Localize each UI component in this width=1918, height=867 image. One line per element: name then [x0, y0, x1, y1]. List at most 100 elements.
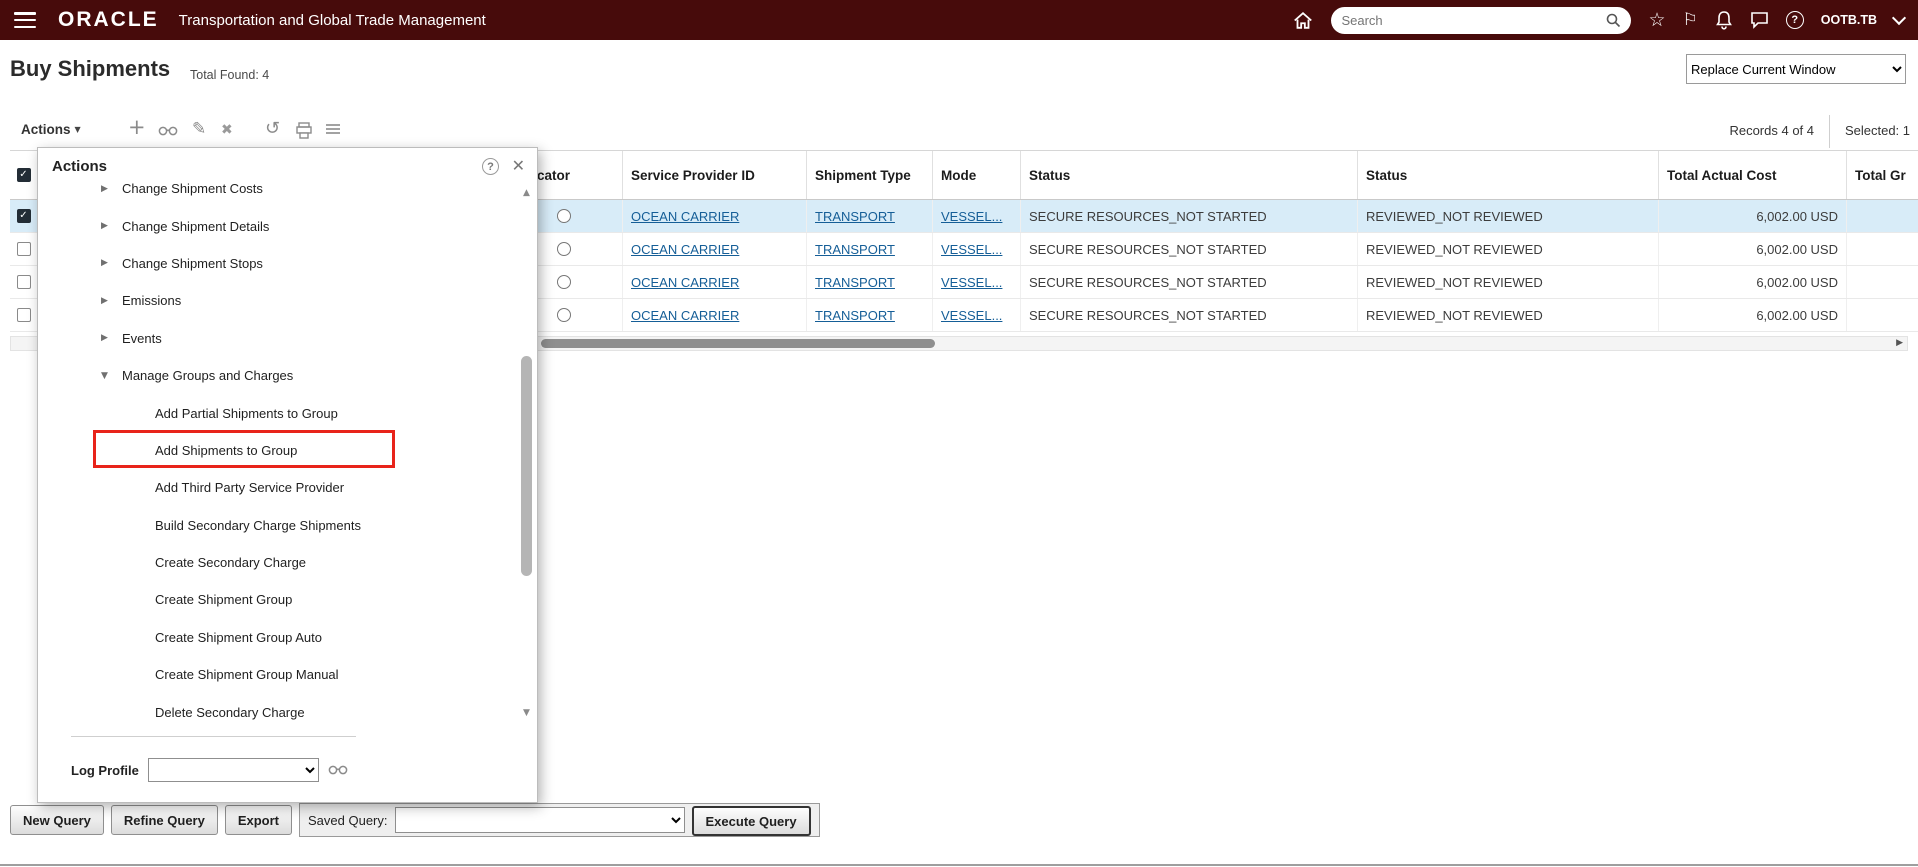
tree-item-emissions[interactable]: ▶ Emissions: [38, 282, 521, 319]
tree-item-add-partial-shipments-to-group[interactable]: Add Partial Shipments to Group: [38, 394, 521, 431]
scroll-right-icon[interactable]: ▶: [1896, 338, 1903, 348]
row-checkbox[interactable]: [10, 233, 38, 265]
new-query-button[interactable]: New Query: [10, 805, 104, 835]
check-icon: ✓: [19, 210, 28, 221]
actions-dialog: Actions ? ✕ ▶ Change Shipment Costs ▶ Ch…: [37, 147, 538, 803]
status-cell: SECURE RESOURCES_NOT STARTED: [1021, 233, 1358, 265]
search-icon[interactable]: [1605, 12, 1621, 28]
expand-arrow-icon[interactable]: ▶: [101, 296, 115, 306]
shipment-type-link[interactable]: TRANSPORT: [815, 308, 895, 323]
shipment-type-link[interactable]: TRANSPORT: [815, 275, 895, 290]
shipment-type-link[interactable]: TRANSPORT: [815, 242, 895, 257]
view-glasses-icon[interactable]: [158, 124, 178, 142]
tree-item-change-shipment-stops[interactable]: ▶ Change Shipment Stops: [38, 245, 521, 282]
scroll-up-icon[interactable]: ▲: [520, 188, 533, 198]
tree-item-add-third-party-service-provider[interactable]: Add Third Party Service Provider: [38, 469, 521, 506]
col-header-status2[interactable]: Status: [1358, 151, 1659, 199]
global-search[interactable]: [1331, 6, 1632, 34]
row-checkbox[interactable]: [10, 299, 38, 331]
page-header: Buy Shipments Total Found: 4 Replace Cur…: [0, 40, 1918, 113]
log-profile-select[interactable]: [147, 758, 319, 782]
service-provider-link[interactable]: OCEAN CARRIER: [631, 275, 739, 290]
refine-query-button[interactable]: Refine Query: [110, 805, 218, 835]
col-header-service-provider-id[interactable]: Service Provider ID: [623, 151, 807, 199]
service-provider-link[interactable]: OCEAN CARRIER: [631, 209, 739, 224]
home-icon[interactable]: [1292, 10, 1314, 31]
caret-down-icon: ▼: [74, 125, 81, 134]
tree-item-manage-groups-and-charges[interactable]: ▼ Manage Groups and Charges: [38, 357, 521, 394]
scroll-down-icon[interactable]: ▼: [520, 708, 533, 718]
row-checkbox[interactable]: [10, 266, 38, 298]
tree-item-add-shipments-to-group[interactable]: Add Shipments to Group: [38, 432, 521, 469]
help-icon[interactable]: ?: [1785, 11, 1804, 29]
total-actual-cost-cell: 6,002.00 USD: [1659, 299, 1847, 331]
saved-query-select[interactable]: [394, 807, 685, 833]
search-input[interactable]: [1341, 12, 1606, 28]
chevron-down-icon[interactable]: [1891, 10, 1907, 25]
tree-item-change-shipment-costs[interactable]: ▶ Change Shipment Costs: [38, 170, 521, 207]
expand-arrow-icon[interactable]: ▶: [101, 221, 115, 231]
undo-icon[interactable]: ↺: [265, 118, 280, 139]
tree-item-events[interactable]: ▶ Events: [38, 320, 521, 357]
tree-item-create-shipment-group-auto[interactable]: Create Shipment Group Auto: [38, 619, 521, 656]
delete-x-icon[interactable]: ✖: [221, 122, 233, 138]
collapse-arrow-icon[interactable]: ▼: [101, 371, 115, 381]
actions-tree: ▶ Change Shipment Costs ▶ Change Shipmen…: [38, 170, 521, 736]
messages-chat-icon[interactable]: [1750, 11, 1769, 29]
menu-icon[interactable]: [14, 12, 36, 28]
scrollbar-thumb[interactable]: [521, 356, 532, 576]
tree-item-delete-secondary-charge[interactable]: Delete Secondary Charge: [38, 693, 521, 730]
total-actual-cost-cell: 6,002.00 USD: [1659, 266, 1847, 298]
bottom-divider: [0, 864, 1918, 866]
oracle-logo: ORACLE: [58, 8, 159, 31]
mode-link[interactable]: VESSEL...: [941, 275, 1002, 290]
tree-item-change-shipment-details[interactable]: ▶ Change Shipment Details: [38, 207, 521, 244]
tree-item-create-shipment-group-manual[interactable]: Create Shipment Group Manual: [38, 656, 521, 693]
add-icon[interactable]: +: [128, 115, 146, 139]
actions-menu-button[interactable]: Actions ▼: [21, 122, 81, 137]
print-icon[interactable]: [295, 122, 313, 144]
window-target-select[interactable]: Replace Current Window: [1686, 54, 1906, 84]
toolbar-divider: [1829, 115, 1830, 148]
flag-icon[interactable]: ⚐: [1683, 11, 1698, 29]
notifications-bell-icon[interactable]: [1715, 10, 1733, 30]
mode-link[interactable]: VESSEL...: [941, 209, 1002, 224]
service-provider-link[interactable]: OCEAN CARRIER: [631, 308, 739, 323]
tree-item-create-secondary-charge[interactable]: Create Secondary Charge: [38, 544, 521, 581]
mode-link[interactable]: VESSEL...: [941, 308, 1002, 323]
status-cell: SECURE RESOURCES_NOT STARTED: [1021, 266, 1358, 298]
app-title: Transportation and Global Trade Manageme…: [178, 11, 486, 29]
expand-arrow-icon[interactable]: ▶: [101, 184, 115, 194]
execute-query-button[interactable]: Execute Query: [691, 806, 811, 836]
log-profile-label: Log Profile: [71, 762, 139, 778]
status2-cell: REVIEWED_NOT REVIEWED: [1358, 299, 1659, 331]
edit-pencil-icon[interactable]: ✎: [192, 119, 206, 139]
col-header-total-actual-cost[interactable]: Total Actual Cost: [1659, 151, 1847, 199]
favorites-star-icon[interactable]: ☆: [1648, 10, 1665, 30]
service-provider-link[interactable]: OCEAN CARRIER: [631, 242, 739, 257]
user-menu[interactable]: OOTB.TB: [1821, 13, 1877, 27]
expand-arrow-icon[interactable]: ▶: [101, 258, 115, 268]
shipment-type-link[interactable]: TRANSPORT: [815, 209, 895, 224]
view-glasses-icon[interactable]: [328, 764, 348, 776]
list-view-icon[interactable]: [325, 123, 341, 142]
expand-arrow-icon[interactable]: ▶: [101, 333, 115, 343]
select-all-checkbox[interactable]: ✓: [10, 151, 38, 199]
export-button[interactable]: Export: [224, 805, 293, 835]
scrollbar-thumb[interactable]: [541, 339, 935, 348]
total-found-label: Total Found: 4: [190, 68, 270, 82]
col-header-mode[interactable]: Mode: [933, 151, 1021, 199]
mode-link[interactable]: VESSEL...: [941, 242, 1002, 257]
tree-item-build-secondary-charge-shipments[interactable]: Build Secondary Charge Shipments: [38, 507, 521, 544]
row-checkbox[interactable]: ✓: [10, 200, 38, 232]
status2-cell: REVIEWED_NOT REVIEWED: [1358, 200, 1659, 232]
query-bar: New Query Refine Query Export Saved Quer…: [0, 803, 1918, 847]
col-header-total-gross[interactable]: Total Gr: [1847, 151, 1918, 199]
col-header-status1[interactable]: Status: [1021, 151, 1358, 199]
check-icon: ✓: [19, 169, 28, 180]
dialog-scrollbar[interactable]: ▲ ▼: [520, 188, 533, 718]
top-bar: ORACLE Transportation and Global Trade M…: [0, 0, 1918, 40]
col-header-shipment-type[interactable]: Shipment Type: [807, 151, 933, 199]
results-toolbar: Actions ▼ + ✎ ✖ ↺ Records 4 of 4 Selected…: [0, 113, 1918, 150]
tree-item-create-shipment-group[interactable]: Create Shipment Group: [38, 581, 521, 618]
